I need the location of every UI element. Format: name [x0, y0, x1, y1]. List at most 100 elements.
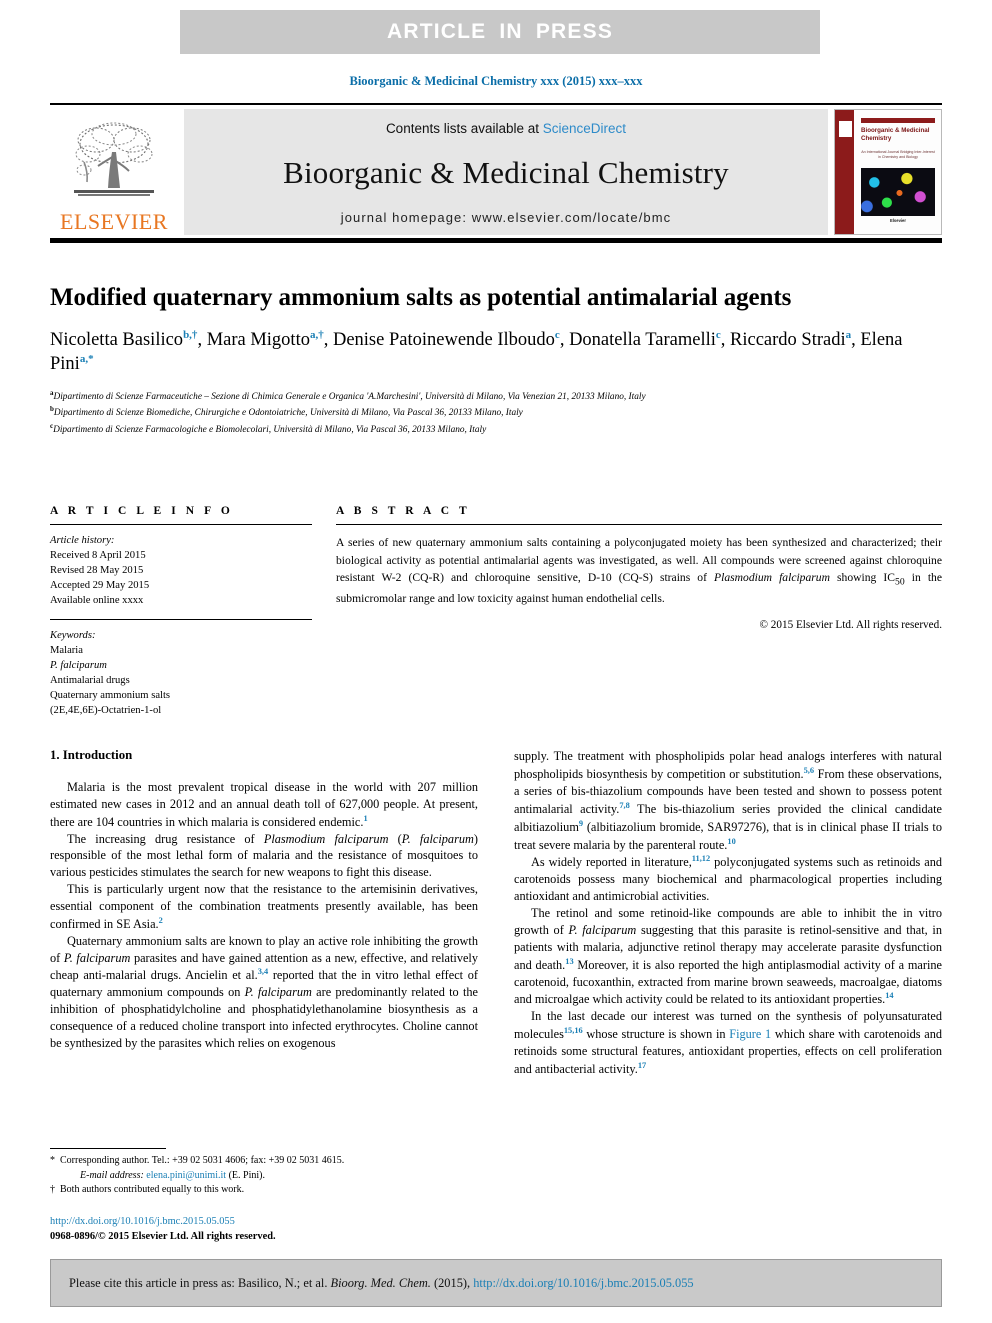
figure-1-link[interactable]: Figure 1: [729, 1027, 771, 1041]
elsevier-logo: ELSEVIER: [50, 109, 178, 235]
abstract-text: A series of new quaternary ammonium salt…: [336, 534, 942, 608]
email-link[interactable]: elena.pini@unimi.it: [146, 1170, 226, 1181]
abstract-species: Plasmodium falciparum: [714, 571, 830, 585]
history-item: Received 8 April 2015: [50, 550, 146, 562]
citation-ref[interactable]: 2: [159, 916, 163, 925]
email-owner: (E. Pini).: [228, 1169, 265, 1181]
cover-elsevier-mark-icon: [838, 120, 853, 138]
abstract-heading: A B S T R A C T: [336, 505, 471, 517]
citation-ref[interactable]: 3,4: [258, 967, 268, 976]
citation-ref[interactable]: 14: [885, 991, 893, 1000]
article-in-press-label: ARTICLE IN PRESS: [386, 20, 614, 43]
affiliation-list: aDipartimento di Scienze Farmaceutiche –…: [50, 388, 942, 438]
history-item: Accepted 29 May 2015: [50, 580, 150, 592]
citation-ref[interactable]: 17: [638, 1061, 646, 1070]
title-block: Modified quaternary ammonium salts as po…: [50, 282, 942, 437]
footnote-mark: *: [50, 1155, 55, 1166]
cite-doi-link[interactable]: http://dx.doi.org/10.1016/j.bmc.2015.05.…: [473, 1276, 693, 1290]
affiliation-text: Dipartimento di Scienze Biomediche, Chir…: [53, 408, 523, 419]
paragraph-text: The increasing drug resistance of: [67, 831, 264, 846]
journal-masthead: ELSEVIER Contents lists available at Sci…: [50, 103, 942, 243]
history-item: Revised 28 May 2015: [50, 565, 144, 577]
elsevier-tree-icon: [74, 122, 154, 196]
footnote-corresponding-author: * Corresponding author. Tel.: +39 02 503…: [50, 1154, 478, 1183]
email-label: E-mail address:: [80, 1169, 144, 1181]
author-marks: c: [715, 328, 721, 341]
paragraph: The increasing drug resistance of Plasmo…: [50, 831, 478, 882]
paragraph-text: whose structure is shown in: [582, 1027, 730, 1042]
history-item: Available online xxxx: [50, 595, 144, 607]
cover-top-bar: [861, 118, 935, 123]
keyword-item: Malaria: [50, 645, 83, 657]
keyword-item: Quaternary ammonium salts: [50, 690, 171, 702]
affiliation-item: bDipartimento di Scienze Biomediche, Chi…: [50, 404, 942, 421]
author-item: Nicoletta Basilicob,†: [50, 328, 198, 350]
author-marks: b,†: [183, 328, 198, 341]
journal-article-page: ARTICLE IN PRESS Bioorganic & Medicinal …: [0, 0, 992, 1323]
contents-prefix: Contents lists available at: [385, 121, 543, 136]
cite-this-article-box: Please cite this article in press as: Ba…: [50, 1259, 942, 1307]
footnote-text: Both authors contributed equally to this…: [60, 1184, 245, 1195]
article-info-rule: [50, 524, 312, 525]
citation-ref[interactable]: 5,6: [804, 766, 814, 775]
paragraph-text: As widely reported in literature,: [531, 855, 692, 870]
author-name: Denise Patoinewende Ilboudo: [332, 329, 555, 350]
paragraph-text: (: [388, 831, 402, 846]
paragraph: Malaria is the most prevalent tropical d…: [50, 779, 478, 831]
contents-available-line: Contents lists available at ScienceDirec…: [386, 121, 626, 136]
body-column-right: supply. The treatment with phospholipids…: [514, 748, 942, 1256]
paragraph: Quaternary ammonium salts are known to p…: [50, 933, 478, 1052]
journal-cover-thumbnail: Bioorganic & Medicinal Chemistry An Inte…: [834, 109, 942, 235]
species-italic: P. falciparum: [568, 922, 637, 937]
author-item: Donatella Taramellic: [569, 328, 721, 350]
citation-ref[interactable]: 11,12: [692, 854, 710, 863]
paragraph-text: Moreover, it is also reported the high a…: [514, 957, 942, 1007]
author-name: Riccardo Stradi: [730, 329, 846, 350]
doi-link[interactable]: http://dx.doi.org/10.1016/j.bmc.2015.05.…: [50, 1214, 478, 1229]
article-in-press-banner: ARTICLE IN PRESS: [180, 10, 820, 54]
cover-molecular-artwork: [861, 168, 935, 216]
citation-ref[interactable]: 15,16: [564, 1026, 583, 1035]
issn-copyright-line: 0968-0896/© 2015 Elsevier Ltd. All right…: [50, 1230, 276, 1242]
doi-block: http://dx.doi.org/10.1016/j.bmc.2015.05.…: [50, 1214, 478, 1244]
cite-text: Please cite this article in press as: Ba…: [51, 1276, 694, 1291]
paragraph: supply. The treatment with phospholipids…: [514, 748, 942, 853]
sciencedirect-link[interactable]: ScienceDirect: [543, 121, 626, 136]
elsevier-wordmark: ELSEVIER: [60, 209, 168, 234]
section-heading-introduction: 1. Introduction: [50, 748, 133, 762]
author-item: Denise Patoinewende Ilboudoc: [332, 329, 560, 350]
keywords-group: Keywords: Malaria P. falciparum Antimala…: [50, 628, 312, 718]
author-marks: a,†: [309, 328, 324, 341]
keywords-label: Keywords:: [50, 630, 96, 642]
species-italic: Plasmodium falciparum: [263, 831, 389, 846]
author-marks: a,*: [79, 353, 94, 366]
citation-ref[interactable]: 7,8: [619, 801, 629, 810]
abstract-part-2: showing IC: [829, 571, 896, 585]
citation-ref[interactable]: 10: [727, 837, 735, 846]
cover-footer-label: Elsevier: [889, 218, 907, 224]
author-name: Donatella Taramelli: [569, 329, 716, 350]
author-marks: a: [845, 328, 852, 341]
article-info-column: A R T I C L E I N F O Article history: R…: [50, 505, 312, 718]
keyword-item: Antimalarial drugs: [50, 675, 130, 687]
journal-homepage-link[interactable]: journal homepage: www.elsevier.com/locat…: [341, 210, 672, 225]
cite-journal: Bioorg. Med. Chem.: [330, 1275, 431, 1290]
abstract-ic50-subscript: 50: [895, 576, 905, 588]
author-item: Mara Migottoa,†: [207, 328, 324, 350]
keyword-item: P. falciparum: [50, 660, 107, 672]
paragraph: In the last decade our interest was turn…: [514, 1008, 942, 1078]
affiliation-item: cDipartimento di Scienze Farmacologiche …: [50, 421, 942, 438]
citation-ref[interactable]: 13: [565, 957, 573, 966]
paragraph: As widely reported in literature,11,12 p…: [514, 853, 942, 905]
cover-journal-title: Bioorganic & Medicinal Chemistry: [861, 127, 930, 142]
footnote-equal-contribution: † Both authors contributed equally to th…: [50, 1183, 478, 1198]
journal-title: Bioorganic & Medicinal Chemistry: [283, 155, 729, 190]
article-info-heading: A R T I C L E I N F O: [50, 505, 234, 517]
abstract-column: A B S T R A C T A series of new quaterna…: [336, 505, 942, 718]
paragraph-text: This is particularly urgent now that the…: [50, 882, 478, 931]
article-history-label: Article history:: [50, 535, 115, 546]
abstract-rule: [336, 524, 942, 525]
citation-ref[interactable]: 1: [363, 814, 367, 823]
author-name: Nicoletta Basilico: [50, 329, 184, 350]
masthead-center-panel: Contents lists available at ScienceDirec…: [184, 109, 828, 235]
